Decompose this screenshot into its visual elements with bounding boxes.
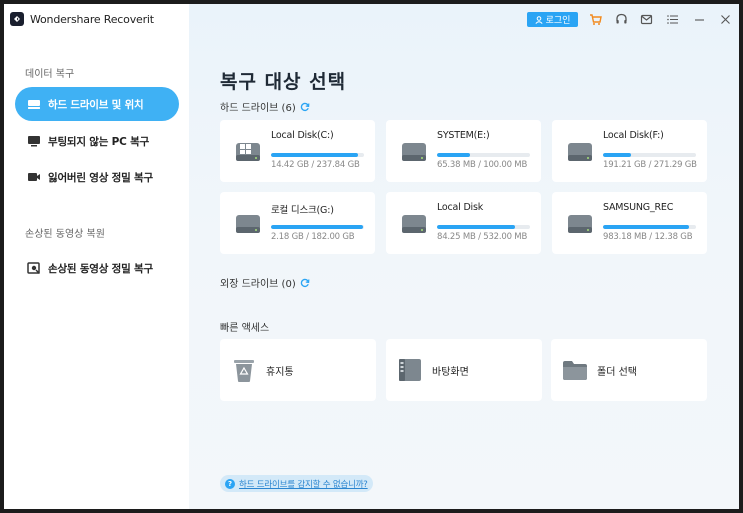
sidebar-item-label: 하드 드라이브 및 위치 <box>48 98 144 111</box>
quick-label: 휴지통 <box>266 367 294 378</box>
main-panel: 로그인 복구 대상 선택 하드 드라이브 (6) Local Disk(C:) <box>189 4 739 509</box>
cart-icon[interactable] <box>588 12 602 26</box>
section-label-data-recovery: 데이터 복구 <box>25 69 75 80</box>
section-label-video-repair: 손상된 동영상 복원 <box>25 229 105 240</box>
desktop-icon <box>399 359 421 381</box>
sidebar-item-hard-drive[interactable]: 하드 드라이브 및 위치 <box>15 87 179 121</box>
sidebar-item-label: 잃어버린 영상 정밀 복구 <box>48 171 153 184</box>
mail-icon[interactable] <box>639 12 653 26</box>
login-button[interactable]: 로그인 <box>527 12 578 27</box>
app-window: Wondershare Recoverit 데이터 복구 하드 드라이브 및 위… <box>4 4 739 509</box>
help-link[interactable]: ? 하드 드라이브를 감지할 수 없습니까? <box>220 475 373 492</box>
drive-size: 14.42 GB / 237.84 GB <box>271 160 360 170</box>
drive-card[interactable]: 로컬 디스크(G:) 2.18 GB / 182.00 GB <box>220 192 375 254</box>
drive-usage-fill <box>271 153 359 157</box>
hard-drive-icon <box>27 98 41 110</box>
external-drives-header: 외장 드라이브 (0) <box>220 275 310 290</box>
drive-usage-bar <box>271 225 364 229</box>
video-camera-icon <box>27 171 41 183</box>
login-label: 로그인 <box>545 16 571 26</box>
quick-recycle-bin[interactable]: 휴지통 <box>220 339 376 401</box>
help-link-text: 하드 드라이브를 감지할 수 없습니까? <box>239 479 368 490</box>
hard-drive-icon <box>236 215 260 233</box>
sidebar-item-label: 손상된 동영상 정밀 복구 <box>48 262 153 275</box>
drive-size: 84.25 MB / 532.00 MB <box>437 232 528 242</box>
quick-access-header: 빠른 액세스 <box>220 319 269 334</box>
minimize-icon[interactable] <box>692 12 706 26</box>
close-icon[interactable] <box>718 12 732 26</box>
hard-drives-label: 하드 드라이브 (6) <box>220 103 296 114</box>
hard-drives-header: 하드 드라이브 (6) <box>220 99 310 114</box>
support-headset-icon[interactable] <box>614 12 628 26</box>
quick-label: 폴더 선택 <box>597 367 637 378</box>
hard-drive-icon <box>402 143 426 161</box>
drive-card[interactable]: Local Disk 84.25 MB / 532.00 MB <box>386 192 541 254</box>
app-title: Wondershare Recoverit <box>30 12 154 26</box>
drive-name: 로컬 디스크(G:) <box>271 205 334 216</box>
monitor-icon <box>27 135 41 147</box>
drive-name: Local Disk(F:) <box>603 130 664 141</box>
quick-desktop[interactable]: 바탕화면 <box>386 339 542 401</box>
drive-usage-bar <box>271 153 364 157</box>
drive-size: 191.21 GB / 271.29 GB <box>603 160 697 170</box>
quick-label: 바탕화면 <box>432 367 469 378</box>
drive-name: Local Disk <box>437 202 484 213</box>
drive-size: 983.18 MB / 12.38 GB <box>603 232 693 242</box>
drive-card[interactable]: SAMSUNG_REC 983.18 MB / 12.38 GB <box>552 192 707 254</box>
drive-usage-fill <box>603 225 689 229</box>
page-title: 복구 대상 선택 <box>220 71 347 93</box>
video-repair-icon <box>27 262 41 274</box>
drive-usage-bar <box>603 225 696 229</box>
drive-name: SAMSUNG_REC <box>603 202 674 213</box>
refresh-icon[interactable] <box>300 278 310 288</box>
quick-select-folder[interactable]: 폴더 선택 <box>551 339 707 401</box>
drive-name: SYSTEM(E:) <box>437 130 490 141</box>
sidebar-item-label: 부팅되지 않는 PC 복구 <box>48 135 150 148</box>
drive-card[interactable]: Local Disk(F:) 191.21 GB / 271.29 GB <box>552 120 707 182</box>
drive-usage-fill <box>603 153 631 157</box>
drive-card[interactable]: Local Disk(C:) 14.42 GB / 237.84 GB <box>220 120 375 182</box>
quick-access-label: 빠른 액세스 <box>220 323 270 334</box>
sidebar: Wondershare Recoverit 데이터 복구 하드 드라이브 및 위… <box>4 4 189 509</box>
hard-drive-icon <box>402 215 426 233</box>
recycle-bin-icon <box>234 360 254 382</box>
drive-usage-fill <box>271 225 364 229</box>
drive-usage-fill <box>437 225 516 229</box>
drive-size: 2.18 GB / 182.00 GB <box>271 232 355 242</box>
drive-usage-bar <box>603 153 696 157</box>
app-title-bar: Wondershare Recoverit <box>10 11 154 27</box>
menu-list-icon[interactable] <box>665 12 679 26</box>
sidebar-item-unbootable-pc[interactable]: 부팅되지 않는 PC 복구 <box>15 124 179 158</box>
drive-usage-fill <box>437 153 470 157</box>
drive-size: 65.38 MB / 100.00 MB <box>437 160 528 170</box>
app-logo-icon <box>10 12 24 26</box>
drive-name: Local Disk(C:) <box>271 130 334 141</box>
system-hard-drive-icon <box>236 143 260 161</box>
sidebar-item-lost-video[interactable]: 잃어버린 영상 정밀 복구 <box>15 160 179 194</box>
drive-card[interactable]: SYSTEM(E:) 65.38 MB / 100.00 MB <box>386 120 541 182</box>
folder-icon <box>563 361 587 380</box>
help-question-icon: ? <box>225 478 235 489</box>
refresh-icon[interactable] <box>300 102 310 112</box>
drive-usage-bar <box>437 225 530 229</box>
hard-drive-icon <box>568 215 592 233</box>
sidebar-item-video-repair[interactable]: 손상된 동영상 정밀 복구 <box>15 251 179 285</box>
external-drives-label: 외장 드라이브 (0) <box>220 279 296 290</box>
drive-usage-bar <box>437 153 530 157</box>
user-icon <box>535 15 543 24</box>
hard-drive-icon <box>568 143 592 161</box>
